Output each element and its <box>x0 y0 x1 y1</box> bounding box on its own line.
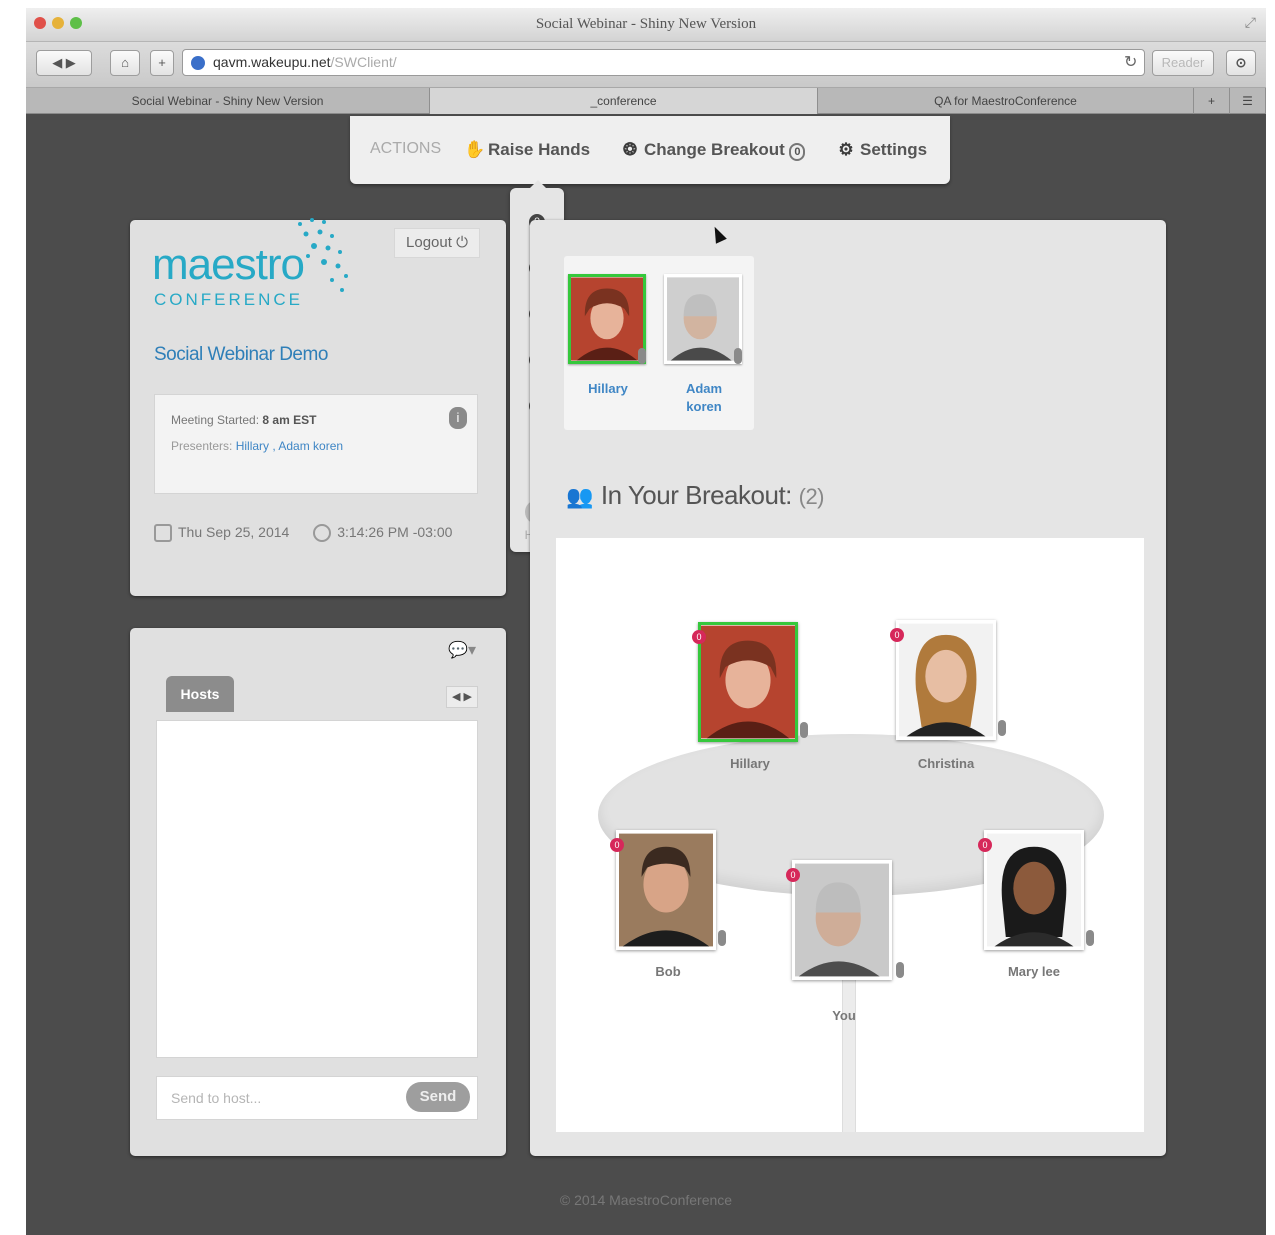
hand-icon: ✋ <box>464 140 486 159</box>
mic-icon <box>638 348 646 364</box>
webinar-title: Social Webinar Demo <box>154 344 328 365</box>
hand-badge: 0 <box>890 628 904 642</box>
current-date: Thu Sep 25, 2014 <box>178 524 290 540</box>
seat-name: You <box>832 1008 856 1023</box>
send-button[interactable]: Send <box>406 1082 470 1112</box>
logo-subtitle: CONFERENCE <box>154 290 304 309</box>
chat-log <box>156 720 478 1058</box>
mic-icon <box>1086 930 1094 946</box>
presenters-box: Hillary Adam koren <box>564 256 754 430</box>
seat-name: Christina <box>917 756 975 771</box>
presenter-name[interactable]: Adam koren <box>664 380 744 416</box>
avatar <box>795 863 889 977</box>
avatar <box>899 623 993 737</box>
change-breakout-button[interactable]: ❂ Change Breakout 0 <box>620 140 806 161</box>
seat-hillary[interactable] <box>698 622 798 742</box>
avatar <box>619 833 713 947</box>
date-time-row: Thu Sep 25, 2014 3:14:26 PM -03:00 <box>154 524 453 543</box>
seat-name: Mary lee <box>1007 964 1061 979</box>
home-button[interactable]: ⌂ <box>110 50 140 76</box>
seat-you[interactable] <box>792 860 892 980</box>
hand-badge: 0 <box>692 630 706 644</box>
url-path: /SWClient/ <box>330 54 397 70</box>
chat-panel: 💬▾ Hosts ◀ ▶ Send to host... Send <box>130 628 506 1156</box>
tab-qa-maestro[interactable]: QA for MaestroConference <box>818 88 1194 114</box>
reload-icon[interactable]: ↻ <box>1124 49 1137 76</box>
hand-badge: 0 <box>786 868 800 882</box>
hand-badge: 0 <box>610 838 624 852</box>
mic-icon <box>718 930 726 946</box>
settings-button[interactable]: ⚙ Settings <box>836 140 927 160</box>
info-panel: maestro CONFERENCE Logout ⏻ Social Webin… <box>130 218 506 596</box>
mic-icon <box>896 962 904 978</box>
chat-bubble-icon[interactable]: 💬▾ <box>448 640 476 660</box>
info-icon[interactable]: i <box>449 407 467 429</box>
reader-button[interactable]: Reader <box>1152 50 1214 76</box>
avatar <box>987 833 1081 947</box>
meeting-details: Meeting Started: 8 am EST Presenters: Hi… <box>154 394 478 494</box>
presenter-name[interactable]: Hillary <box>568 380 648 398</box>
footer-copyright: © 2014 MaestroConference <box>559 1192 733 1208</box>
breakout-table: 0 Hillary 0 Christina 0 Bob 0 You 0 Mary… <box>556 538 1144 1132</box>
main-panel: Hillary Adam koren 👥 In Your Breakout: (2… <box>530 220 1166 1156</box>
back-forward-buttons[interactable]: ◀ ▶ <box>36 50 92 76</box>
avatar <box>571 277 643 361</box>
chat-scroll-arrows[interactable]: ◀ ▶ <box>446 686 478 708</box>
seat-name: Bob <box>655 964 681 979</box>
breakout-info-icon: 0 <box>789 143 806 161</box>
tab-bar: Social Webinar - Shiny New Version _conf… <box>26 88 1266 114</box>
browser-toolbar: ◀ ▶ ⌂ + qavm.wakeupu.net/SWClient/ ↻ Rea… <box>26 42 1266 88</box>
seat-bob[interactable] <box>616 830 716 950</box>
gear-icon: ⚙ <box>838 140 854 159</box>
presenter-avatar-hillary[interactable] <box>568 274 646 364</box>
tab-social-webinar[interactable]: Social Webinar - Shiny New Version <box>26 88 430 114</box>
presenters-list: Presenters: Hillary , Adam koren <box>171 439 344 453</box>
browser-window: Social Webinar - Shiny New Version ⤢ ◀ ▶… <box>26 8 1266 1235</box>
calendar-icon <box>154 524 172 543</box>
logout-button[interactable]: Logout ⏻ <box>394 228 480 258</box>
current-time: 3:14:26 PM -03:00 <box>337 524 453 540</box>
window-title: Social Webinar - Shiny New Version <box>535 16 757 32</box>
title-bar: Social Webinar - Shiny New Version ⤢ <box>26 8 1266 42</box>
seat-name: Hillary <box>730 756 770 771</box>
power-icon: ⏻ <box>456 234 468 251</box>
raise-hands-button[interactable]: ✋ Raise Hands <box>464 140 590 160</box>
add-bookmark-button[interactable]: + <box>150 50 174 76</box>
tab-hosts[interactable]: Hosts <box>166 676 234 712</box>
hand-badge: 0 <box>978 838 992 852</box>
fullscreen-icon[interactable]: ⤢ <box>1245 14 1256 31</box>
new-tab-button[interactable]: + <box>1194 88 1230 114</box>
actions-bar: ACTIONS ✋ Raise Hands ❂ Change Breakout 0 … <box>350 116 950 184</box>
tab-conference[interactable]: _conference <box>430 88 818 114</box>
meeting-started: Meeting Started: 8 am EST <box>171 413 317 427</box>
avatar <box>701 625 795 739</box>
mic-icon <box>734 348 742 364</box>
people-icon: 👥 <box>566 484 593 509</box>
breakout-icon: ❂ <box>622 140 638 159</box>
presenter-avatar-adam[interactable] <box>664 274 742 364</box>
seat-mary-lee[interactable] <box>984 830 1084 950</box>
logo-wordmark: maestro <box>152 240 305 289</box>
url-host: qavm.wakeupu.net <box>213 54 331 70</box>
seat-christina[interactable] <box>896 620 996 740</box>
globe-icon <box>191 56 205 70</box>
clock-icon <box>313 524 332 543</box>
mic-icon <box>800 722 808 738</box>
downloads-button[interactable]: ⊙ <box>1226 50 1256 76</box>
avatar <box>667 277 739 361</box>
address-bar[interactable]: qavm.wakeupu.net/SWClient/ <box>182 49 1145 76</box>
breakout-heading: 👥 In Your Breakout: (2) <box>566 480 825 510</box>
tab-overview-button[interactable]: ☰ <box>1230 88 1266 114</box>
mic-icon <box>998 720 1006 736</box>
actions-label: ACTIONS <box>370 140 442 157</box>
